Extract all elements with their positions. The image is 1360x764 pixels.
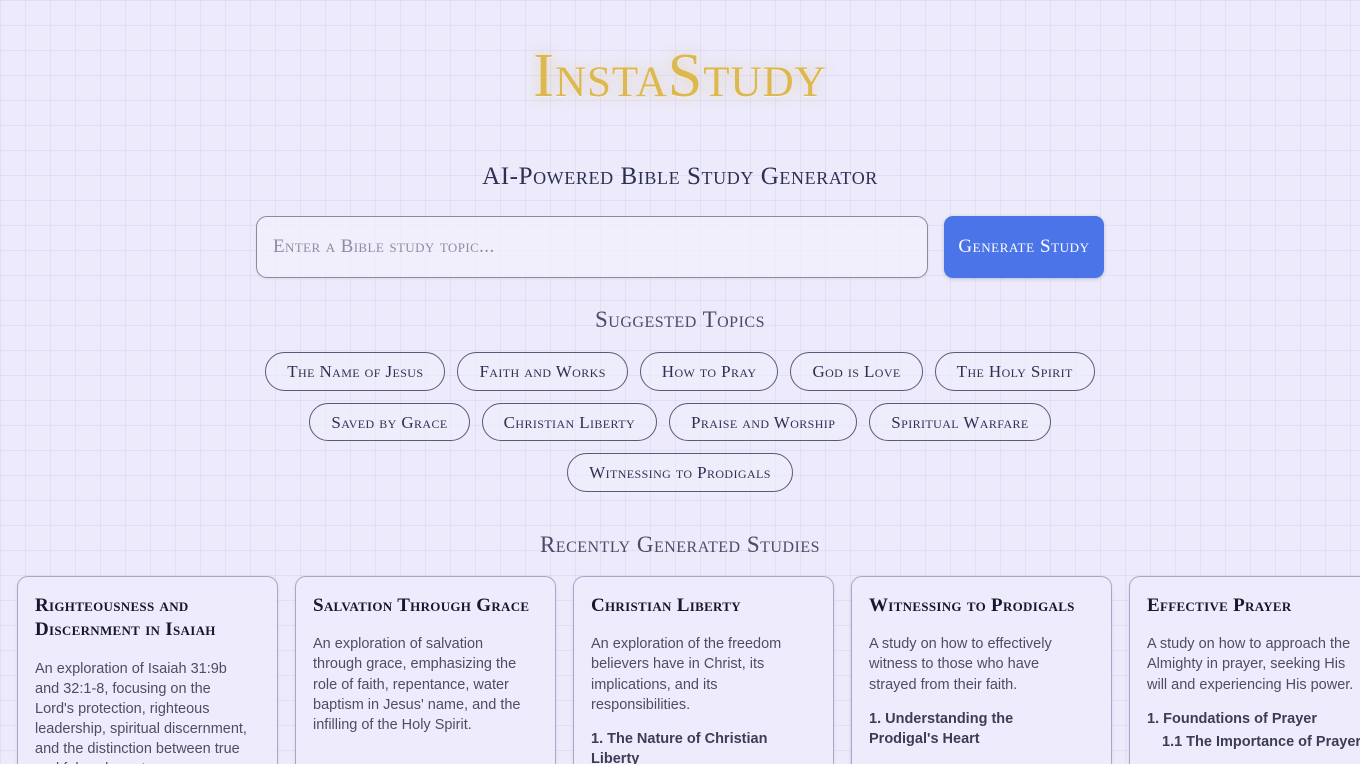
study-card-scroll[interactable]: A study on how to effectively witness to… — [869, 634, 1096, 764]
study-card-subsection: 1.1 The Importance of Prayer — [1162, 733, 1360, 750]
topic-pill[interactable]: Witnessing to Prodigals — [567, 453, 793, 492]
topic-pill[interactable]: How to Pray — [639, 352, 779, 391]
topic-pill[interactable]: The Name of Jesus — [265, 352, 446, 391]
study-card-title: Christian Liberty — [591, 595, 741, 616]
generate-study-button[interactable]: Generate Study — [944, 216, 1104, 279]
recent-studies-list: Righteousness and Discernment in Isaiah … — [17, 576, 1360, 764]
topic-pill[interactable]: Faith and Works — [457, 352, 628, 391]
study-card[interactable]: Righteousness and Discernment in Isaiah … — [17, 576, 278, 764]
study-card-title: Salvation Through Grace — [313, 595, 530, 616]
study-card-scroll[interactable]: An exploration of Isaiah 31:9b and 32:1-… — [35, 659, 262, 764]
suggested-topics-heading: Suggested Topics — [595, 307, 765, 333]
page-title: InstaStudy — [533, 42, 827, 110]
study-card-title: Effective Prayer — [1147, 595, 1292, 616]
study-card-description: An exploration of the freedom believers … — [591, 636, 782, 713]
recent-studies-heading: Recently Generated Studies — [539, 531, 821, 557]
study-card[interactable]: Salvation Through Grace An exploration o… — [295, 576, 556, 764]
topic-pill[interactable]: Praise and Worship — [669, 402, 858, 442]
study-card-title: Righteousness and Discernment in Isaiah — [35, 595, 216, 641]
suggested-topics-list: The Name of Jesus Faith and Works How to… — [265, 352, 1095, 492]
study-card[interactable]: Christian Liberty An exploration of the … — [573, 576, 834, 764]
topic-pill[interactable]: The Holy Spirit — [934, 352, 1095, 391]
study-card-description: A study on how to effectively witness to… — [869, 636, 1052, 693]
topic-pill[interactable]: God is Love — [790, 352, 923, 391]
search-row: Generate Study — [0, 216, 1360, 279]
topic-pill[interactable]: Christian Liberty — [481, 402, 658, 442]
study-card-section: 1. Foundations of Prayer — [1147, 710, 1317, 727]
study-card-title: Witnessing to Prodigals — [869, 595, 1075, 616]
app-page: InstaStudy AI-Powered Bible Study Genera… — [0, 0, 1360, 764]
study-card[interactable]: Effective Prayer A study on how to appro… — [1129, 576, 1360, 764]
study-card-scroll[interactable]: An exploration of salvation through grac… — [313, 634, 540, 764]
study-card-scroll[interactable]: An exploration of the freedom believers … — [591, 634, 818, 764]
page-subtitle: AI-Powered Bible Study Generator — [482, 163, 878, 191]
study-card[interactable]: Witnessing to Prodigals A study on how t… — [851, 576, 1112, 764]
study-card-section: 1. The Nature of Christian Liberty — [591, 730, 768, 764]
topic-pill[interactable]: Spiritual Warfare — [869, 402, 1051, 442]
topic-search-input[interactable] — [256, 216, 928, 279]
study-card-section: 1. Understanding the Prodigal's Heart — [869, 710, 1014, 747]
study-card-description: An exploration of Isaiah 31:9b and 32:1-… — [35, 660, 247, 764]
study-card-description: An exploration of salvation through grac… — [313, 636, 521, 733]
topic-pill[interactable]: Saved by Grace — [309, 402, 470, 442]
study-card-scroll[interactable]: A study on how to approach the Almighty … — [1147, 634, 1360, 764]
study-card-description: A study on how to approach the Almighty … — [1147, 636, 1354, 693]
